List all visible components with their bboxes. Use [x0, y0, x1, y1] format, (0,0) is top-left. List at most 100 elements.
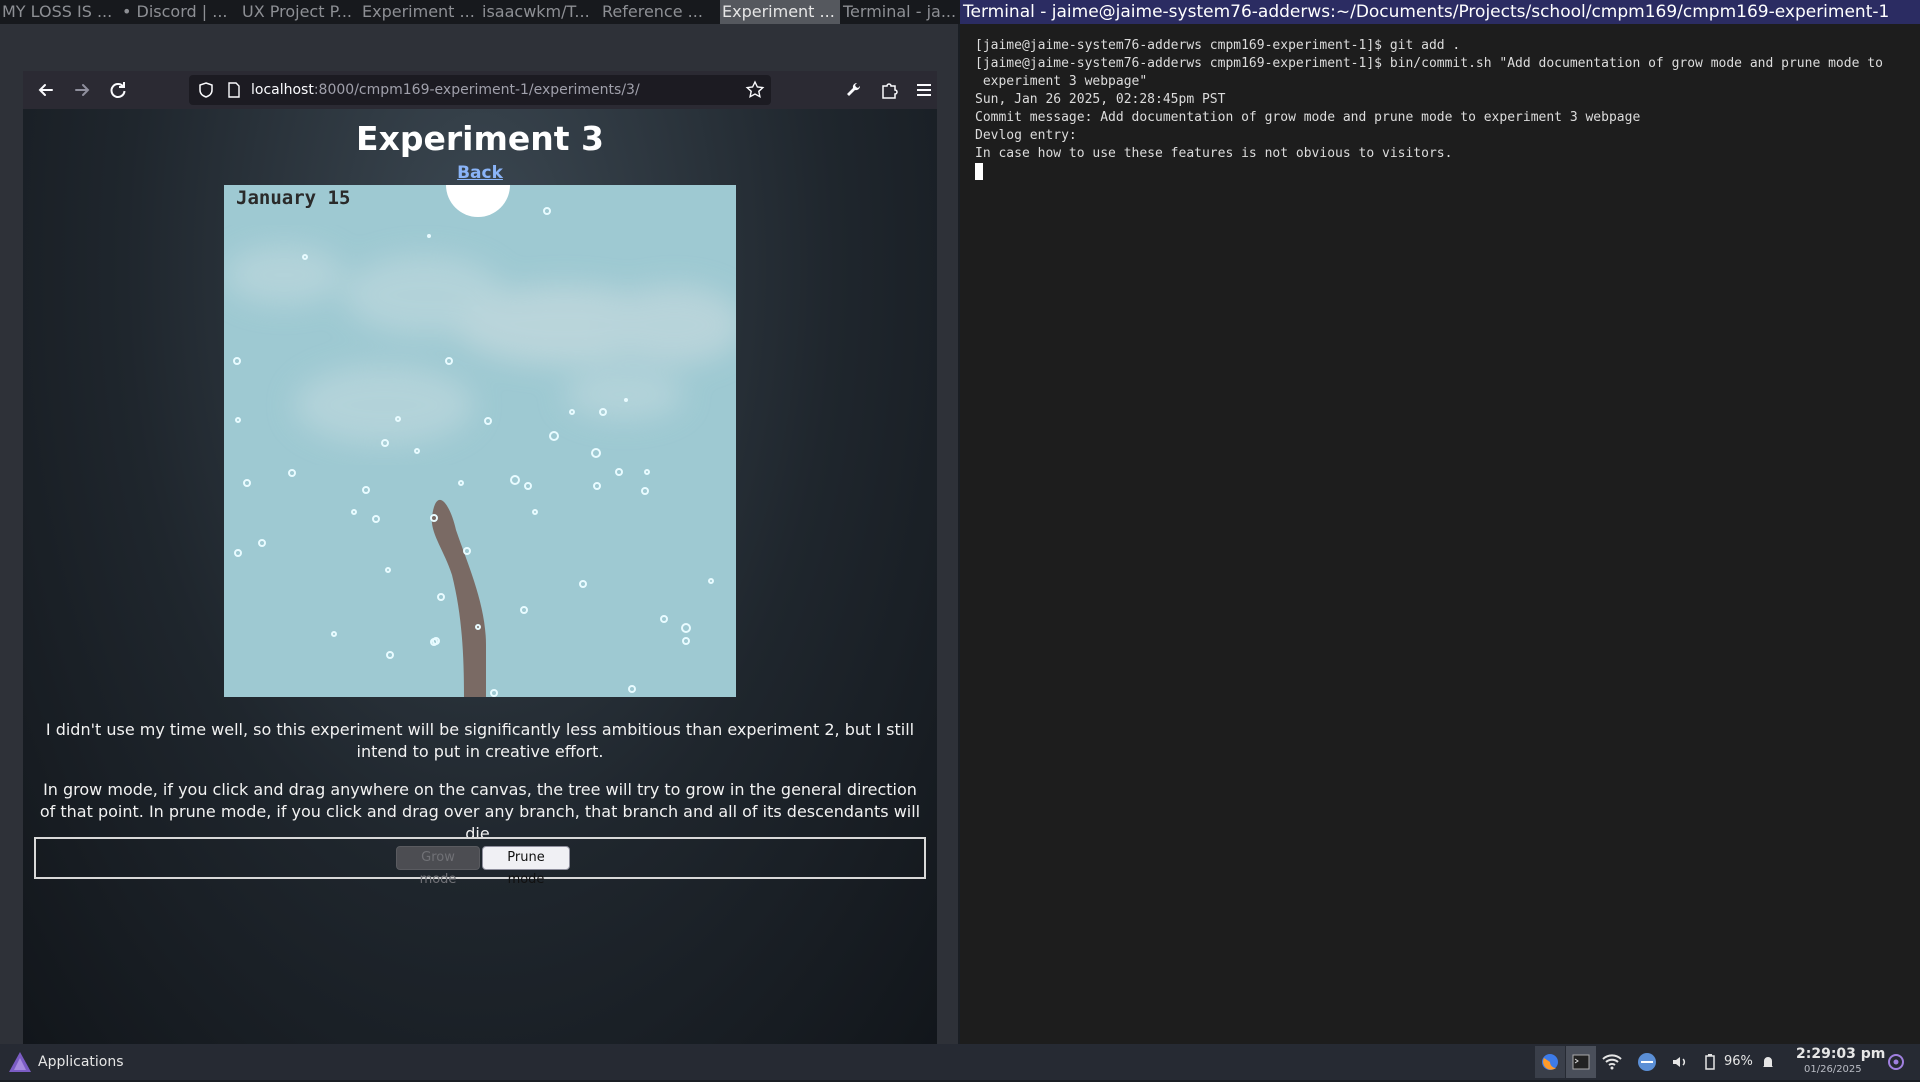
url-path: :8000/cmpm169-experiment-1/experiments/3… [313, 82, 640, 98]
snowflake [463, 547, 471, 555]
snowflake [372, 515, 380, 523]
snowflake [362, 486, 370, 494]
snowflake [543, 207, 551, 215]
snowflake [243, 479, 251, 487]
snowflake [386, 651, 394, 659]
snowflake [624, 398, 628, 402]
applications-menu-label[interactable]: Applications [38, 1044, 124, 1080]
snowflake [532, 509, 538, 515]
snowflake [484, 417, 492, 425]
terminal-window-title: Terminal - jaime@jaime-system76-adderws:… [960, 0, 1920, 24]
snowflake [331, 631, 337, 637]
reload-icon[interactable] [105, 77, 131, 103]
snowflake [385, 567, 391, 573]
snowflake [437, 593, 445, 601]
snowflake [427, 234, 431, 238]
clouds [224, 245, 736, 445]
snowflake [458, 480, 464, 486]
browser-window: localhost:8000/cmpm169-experiment-1/expe… [23, 71, 937, 1047]
page-icon[interactable] [225, 81, 243, 99]
url-bar[interactable]: localhost:8000/cmpm169-experiment-1/expe… [189, 75, 771, 105]
snowflake [234, 549, 242, 557]
terminal-line: Commit message: Add documentation of gro… [975, 110, 1641, 125]
snowflake [660, 615, 668, 623]
grow-mode-button[interactable]: Grow mode [396, 846, 480, 887]
window-title-bar: MY LOSS IS ... • Discord | ... UX Projec… [0, 0, 1920, 24]
network-icon[interactable] [1635, 1050, 1659, 1074]
terminal-output: [jaime@jaime-system76-adderws cmpm169-ex… [975, 37, 1915, 181]
arrow-left-icon[interactable] [33, 77, 59, 103]
bell-icon[interactable] [1756, 1050, 1780, 1074]
terminal-line: [jaime@jaime-system76-adderws cmpm169-ex… [975, 56, 1883, 71]
terminal-line: In case how to use these features is not… [975, 146, 1453, 161]
star-icon[interactable] [745, 80, 765, 100]
window-tab[interactable]: • Discord | ... [120, 0, 234, 24]
back-link-container: Back [23, 163, 937, 183]
taskbar: Applications 96% 2:29:03 pm 01/26/2025 [0, 1044, 1920, 1080]
terminal-line: Devlog entry: [975, 128, 1077, 143]
clock-date[interactable]: 01/26/2025 [1804, 1064, 1862, 1075]
snowflake [644, 469, 650, 475]
terminal-line: [jaime@jaime-system76-adderws cmpm169-ex… [975, 38, 1461, 53]
window-tab[interactable]: Terminal - ja... [841, 0, 959, 24]
snowflake [628, 685, 636, 693]
snowflake [549, 431, 559, 441]
tree-trunk [431, 499, 486, 697]
snowflake [681, 623, 691, 633]
snowflake [235, 417, 241, 423]
url-host: localhost [251, 82, 314, 98]
snowflake [490, 689, 498, 697]
terminal-icon[interactable] [1566, 1046, 1596, 1078]
volume-icon[interactable] [1668, 1050, 1692, 1074]
canvas-drawing [224, 185, 736, 697]
firefox-icon[interactable] [1535, 1046, 1565, 1078]
window-tab-active[interactable]: Experiment ... [720, 0, 840, 24]
wrench-icon[interactable] [841, 77, 867, 103]
battery-percentage: 96% [1724, 1054, 1753, 1069]
browser-navbar: localhost:8000/cmpm169-experiment-1/expe… [23, 71, 937, 109]
snowflake [510, 475, 520, 485]
power-icon[interactable] [1884, 1050, 1908, 1074]
experiment-canvas[interactable]: January 15 [224, 185, 736, 697]
back-link[interactable]: Back [457, 163, 503, 183]
snowflake [579, 580, 587, 588]
terminal-line: Sun, Jan 26 2025, 02:28:45pm PST [975, 92, 1226, 107]
terminal-window[interactable]: [jaime@jaime-system76-adderws cmpm169-ex… [960, 24, 1920, 1044]
snowflake [233, 357, 241, 365]
puzzle-icon[interactable] [877, 77, 903, 103]
snowflake [593, 482, 601, 490]
description-paragraph-1: I didn't use my time well, so this exper… [45, 720, 915, 761]
battery-icon [1698, 1050, 1722, 1074]
snowflake [288, 469, 296, 477]
moon [446, 185, 510, 217]
prune-mode-button[interactable]: Prune mode [482, 846, 570, 887]
snowflake [682, 637, 690, 645]
snowflake [524, 482, 532, 490]
snowflake [445, 357, 453, 365]
url-text[interactable]: localhost:8000/cmpm169-experiment-1/expe… [251, 75, 640, 105]
canvas-date-label: January 15 [236, 187, 351, 209]
snowflake [591, 448, 601, 458]
snowflake [641, 487, 649, 495]
wifi-icon[interactable] [1600, 1050, 1624, 1074]
description-paragraph-2: In grow mode, if you click and drag anyw… [39, 780, 921, 843]
window-tab[interactable]: MY LOSS IS ... [0, 0, 118, 24]
applications-menu-icon[interactable] [8, 1051, 32, 1073]
terminal-line: experiment 3 webpage" [975, 74, 1148, 89]
window-tab[interactable]: Experiment ... [360, 0, 476, 24]
clock-time[interactable]: 2:29:03 pm [1796, 1046, 1885, 1062]
window-tab[interactable]: Reference ... [600, 0, 718, 24]
snowflake [615, 468, 623, 476]
snowflake [520, 606, 528, 614]
snowflake [351, 509, 357, 515]
window-tab[interactable]: UX Project P... [240, 0, 358, 24]
browser-window-frame: localhost:8000/cmpm169-experiment-1/expe… [0, 24, 958, 1047]
shield-icon[interactable] [197, 81, 215, 99]
hamburger-menu-icon[interactable] [911, 77, 937, 103]
arrow-right-icon[interactable] [69, 77, 95, 103]
page-title: Experiment 3 [356, 119, 604, 158]
mode-controls: Grow mode Prune mode [34, 837, 926, 887]
terminal-cursor [975, 163, 983, 180]
snowflake [708, 578, 714, 584]
window-tab[interactable]: isaacwkm/T... [480, 0, 598, 24]
